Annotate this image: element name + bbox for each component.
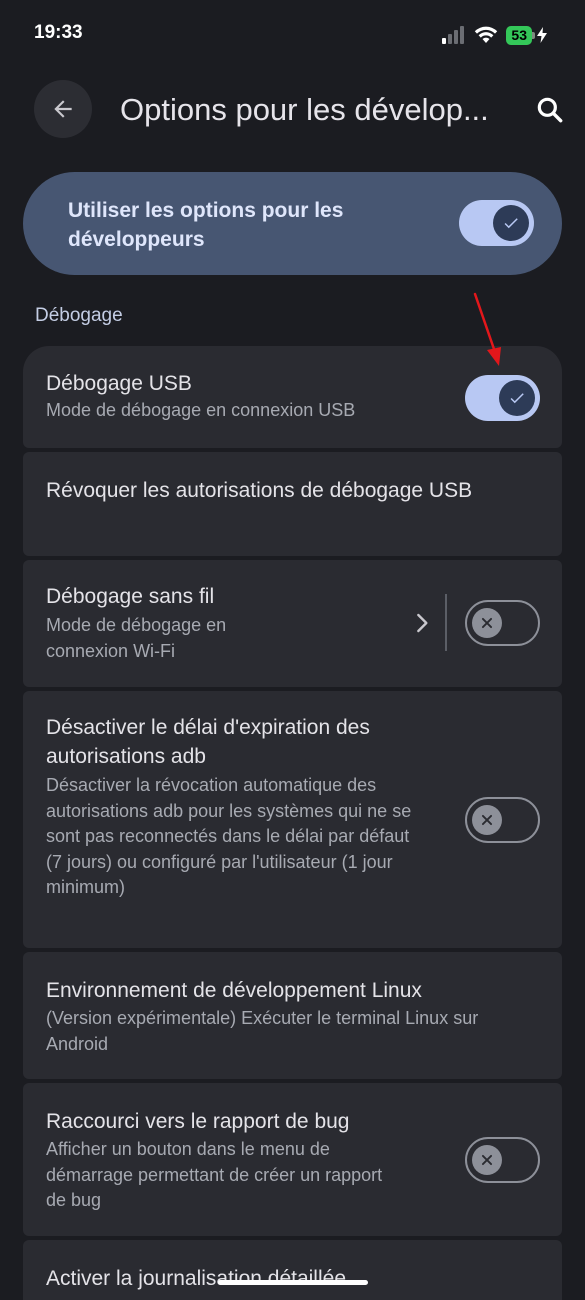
row-subtitle: (Version expérimentale) Exécuter le term… — [46, 1008, 479, 1054]
charging-icon — [537, 27, 547, 43]
close-icon — [481, 1154, 493, 1165]
vertical-divider — [445, 594, 447, 651]
row-title: Débogage USB — [46, 372, 192, 395]
row-title: Révoquer les autorisations de débogage U… — [46, 479, 473, 502]
revoke-usb-debugging-row[interactable]: Révoquer les autorisations de débogage U… — [23, 452, 562, 556]
check-icon — [504, 218, 518, 229]
row-subtitle: Désactiver la révocation automatique des… — [46, 775, 412, 897]
row-title: Débogage sans fil — [46, 585, 215, 608]
row-title: Activer la journalisation détaillée — [46, 1267, 346, 1290]
row-title: Raccourci vers le rapport de bug — [46, 1110, 350, 1133]
bug-report-shortcut-toggle[interactable] — [465, 1137, 540, 1183]
linux-environment-row[interactable]: Environnement de développement Linux (Ve… — [23, 952, 562, 1079]
close-icon — [481, 617, 493, 628]
arrow-annotation — [473, 292, 501, 366]
search-icon — [537, 97, 563, 123]
home-indicator[interactable] — [218, 1280, 368, 1285]
toggle-thumb — [472, 804, 502, 835]
developer-options-master-switch[interactable]: Utiliser les options pour les développeu… — [23, 172, 562, 275]
toggle-thumb — [472, 607, 502, 638]
row-subtitle: Afficher un bouton dans le menu de démar… — [46, 1139, 383, 1210]
wireless-debugging-toggle[interactable] — [465, 600, 540, 646]
row-subtitle: Mode de débogage en connexion USB — [46, 400, 356, 420]
status-icons: 53 — [442, 24, 547, 46]
app-bar: Options pour les dévelop... — [0, 80, 585, 140]
bug-report-shortcut-row[interactable]: Raccourci vers le rapport de bug Affiche… — [23, 1083, 562, 1236]
wireless-debugging-row[interactable]: Débogage sans fil Mode de débogage en co… — [23, 560, 562, 687]
back-button[interactable] — [34, 80, 92, 138]
search-button[interactable] — [534, 94, 566, 126]
check-icon — [510, 393, 524, 404]
usb-debugging-toggle[interactable] — [465, 375, 540, 421]
verbose-logging-row[interactable]: Activer la journalisation détaillée — [23, 1240, 562, 1300]
battery-icon: 53 — [506, 25, 547, 45]
master-toggle[interactable] — [459, 200, 534, 246]
signal-icon — [442, 26, 465, 44]
battery-level: 53 — [506, 25, 532, 45]
disable-adb-timeout-toggle[interactable] — [465, 797, 540, 843]
close-icon — [481, 814, 493, 825]
chevron-right-icon[interactable] — [409, 610, 435, 636]
status-bar: 19:33 53 — [0, 0, 585, 64]
battery-nub — [532, 31, 535, 39]
row-title: Environnement de développement Linux — [46, 979, 422, 1002]
page-title: Options pour les dévelop... — [120, 92, 489, 127]
back-arrow-icon — [54, 100, 72, 118]
toggle-thumb — [499, 380, 535, 416]
status-time: 19:33 — [34, 22, 83, 43]
toggle-thumb — [472, 1144, 502, 1175]
row-subtitle: Mode de débogage en connexion Wi-Fi — [46, 615, 227, 661]
wifi-icon — [475, 26, 498, 43]
row-title: Désactiver le délai d'expiration des aut… — [46, 716, 370, 768]
disable-adb-timeout-row[interactable]: Désactiver le délai d'expiration des aut… — [23, 691, 562, 948]
toggle-thumb — [493, 205, 529, 241]
section-header-debugging: Débogage — [35, 305, 123, 326]
master-switch-label: Utiliser les options pour les développeu… — [68, 199, 344, 251]
